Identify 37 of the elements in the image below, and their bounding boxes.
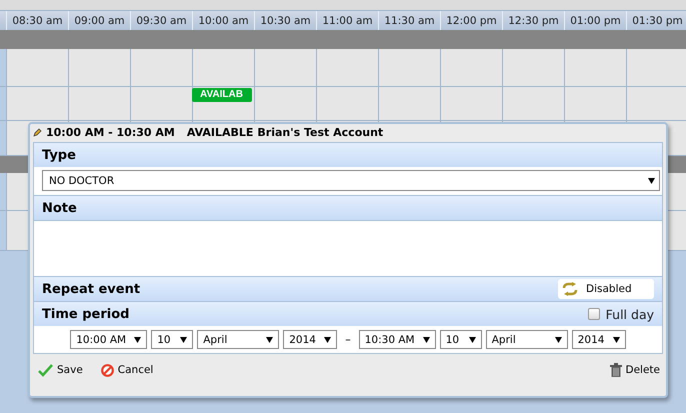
year-select[interactable]: 2014	[572, 330, 626, 349]
repeat-icon	[562, 282, 578, 296]
caret-icon	[612, 336, 620, 342]
account-name: Brian's Test Account	[257, 126, 384, 138]
caret-icon	[324, 336, 332, 342]
caret-icon	[180, 336, 188, 342]
checkmark-icon	[38, 364, 53, 376]
type-select[interactable]: NO DOCTOR	[42, 170, 660, 191]
caret-icon	[134, 336, 142, 342]
full-day-checkbox[interactable]	[588, 308, 600, 320]
save-button[interactable]: Save	[38, 364, 83, 376]
checkbox-label: Full day	[606, 306, 654, 322]
prohibited-icon	[100, 364, 114, 376]
event-time-range: 10:00 AM - 10:30 AM	[46, 126, 175, 138]
repeat-button[interactable]: Disabled	[558, 279, 654, 299]
event-status: AVAILABLE	[186, 126, 254, 138]
caret-icon	[648, 178, 655, 184]
range-separator: –	[345, 333, 351, 346]
month-select[interactable]: April	[197, 330, 280, 349]
caret-icon	[468, 336, 476, 342]
caret-icon	[422, 336, 430, 342]
day-select[interactable]: 10	[440, 330, 482, 349]
month-select[interactable]: April	[486, 330, 568, 349]
section-label: Type	[42, 148, 76, 162]
time-select[interactable]: 10:00 AM	[70, 330, 148, 349]
section-label: Repeat event	[42, 282, 140, 296]
cancel-button[interactable]: Cancel	[100, 364, 154, 376]
time-select[interactable]: 10:30 AM	[358, 330, 436, 349]
delete-button[interactable]: Delete	[610, 363, 660, 377]
section-label: Note	[42, 200, 77, 216]
trash-icon	[610, 363, 622, 377]
day-select[interactable]: 10	[151, 330, 194, 349]
caret-icon	[554, 336, 562, 342]
pencil-icon	[33, 128, 42, 136]
section-label: Time period	[42, 306, 130, 322]
year-select[interactable]: 2014	[283, 330, 338, 349]
caret-icon	[266, 336, 274, 342]
